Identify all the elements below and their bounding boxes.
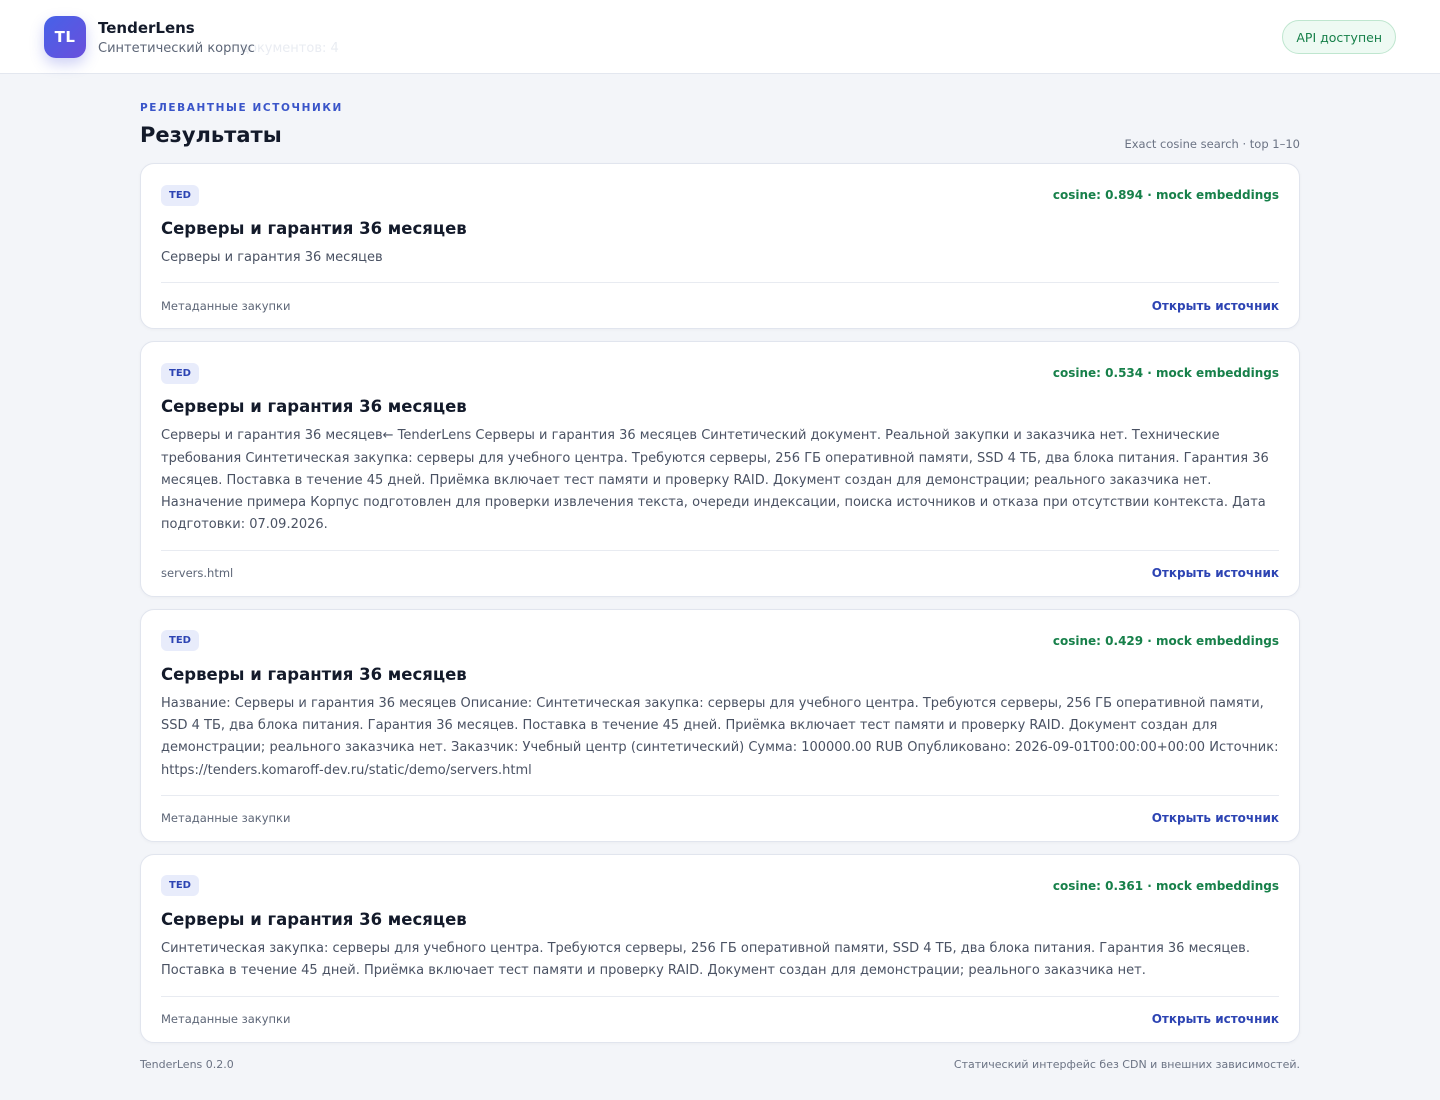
result-title: Серверы и гарантия 36 месяцев: [161, 664, 467, 684]
similarity-score: cosine: 0.534 · mock embeddings: [1052, 366, 1279, 381]
footer-version: TenderLens 0.2.0: [140, 1058, 234, 1071]
top-bar: TL TenderLens документов: 4 Синтетически…: [0, 0, 1440, 74]
result-snippet: Синтетическая закупка: серверы для учебн…: [161, 940, 1250, 979]
api-status-badge: API доступен: [1282, 20, 1396, 54]
result-meta: servers.html: [161, 566, 234, 581]
section-eyebrow: Релевантные источники: [140, 102, 343, 114]
result-card: TED cosine: 0.894 · mock embeddings Серв…: [140, 163, 1300, 330]
result-meta: Метаданные закупки: [161, 811, 291, 826]
result-card: TED cosine: 0.361 · mock embeddings Серв…: [140, 853, 1300, 1043]
result-snippet: Серверы и гарантия 36 месяцев← TenderLen…: [161, 428, 1269, 533]
similarity-score: cosine: 0.894 · mock embeddings: [1052, 188, 1279, 202]
footer-note: Статический интерфейс без CDN и внешних …: [953, 1058, 1300, 1071]
similarity-score: cosine: 0.429 · mock embeddings: [1052, 633, 1279, 648]
result-title: Серверы и гарантия 36 месяцев: [161, 219, 467, 238]
result-card: TED cosine: 0.534 · mock embeddings Серв…: [140, 341, 1300, 597]
result-snippet: Название: Серверы и гарантия 36 месяцев …: [161, 695, 1279, 778]
result-title: Серверы и гарантия 36 месяцев: [161, 397, 467, 417]
app-name: TenderLens: [98, 19, 195, 37]
result-card: TED cosine: 0.429 · mock embeddings Серв…: [140, 608, 1300, 842]
page-footer: TenderLens 0.2.0 Статический интерфейс б…: [140, 1058, 1300, 1071]
page-title: Результаты: [140, 123, 282, 147]
similarity-score: cosine: 0.361 · mock embeddings: [1052, 878, 1279, 893]
result-meta: Метаданные закупки: [161, 1012, 291, 1027]
open-source-link[interactable]: Открыть источник: [1152, 299, 1279, 313]
result-meta: Метаданные закупки: [161, 298, 291, 313]
open-source-link[interactable]: Открыть источник: [1152, 566, 1279, 580]
search-meta: Exact cosine search · top 1–10: [1124, 137, 1300, 151]
app-logo: TL: [44, 16, 86, 58]
corpus-count-ghost: документов: 4: [240, 41, 339, 56]
source-tag: TED: [161, 184, 199, 206]
app-subtitle: Синтетический корпус: [98, 41, 255, 56]
open-source-link[interactable]: Открыть источник: [1152, 1012, 1279, 1026]
results-list: TED cosine: 0.894 · mock embeddings Серв…: [140, 163, 1300, 1055]
result-snippet: Серверы и гарантия 36 месяцев: [161, 250, 383, 265]
result-title: Серверы и гарантия 36 месяцев: [161, 909, 467, 929]
open-source-link[interactable]: Открыть источник: [1152, 811, 1279, 825]
source-tag: TED: [161, 362, 199, 384]
source-tag: TED: [161, 630, 199, 652]
source-tag: TED: [161, 875, 199, 897]
